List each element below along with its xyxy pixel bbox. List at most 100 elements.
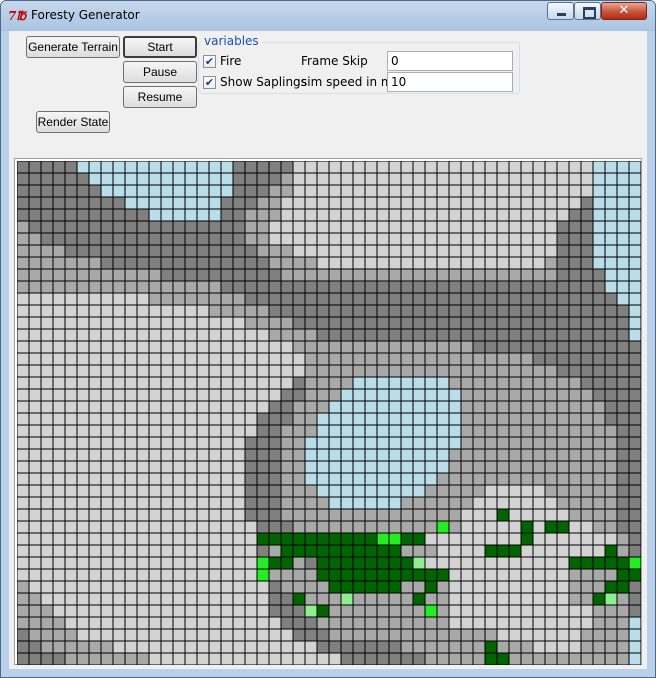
pause-button[interactable]: Pause [123,61,197,83]
grid-cell-high-ground [388,208,402,222]
grid-cell-water [316,484,330,498]
grid-cell-tree [388,580,402,594]
grid-cell-mid-ground [484,268,498,282]
frame-skip-input[interactable]: 0 [387,51,513,71]
grid-cell-low-ground [352,280,366,294]
grid-cell-mid-ground [28,232,42,246]
grid-cell-low-ground [544,328,558,342]
grid-cell-high-ground [220,616,234,630]
grid-cell-high-ground [472,568,486,582]
grid-cell-low-ground [232,280,246,294]
grid-cell-high-ground [532,568,546,582]
grid-cell-high-ground [544,616,558,630]
grid-cell-water [628,184,641,198]
close-button[interactable]: ✕ [601,2,647,20]
grid-cell-water [208,196,222,210]
grid-cell-high-ground [436,220,450,234]
sim-speed-input[interactable]: 10 [387,72,513,92]
title-bar[interactable]: 7℔ Foresty Generator ✕ [1,1,655,31]
grid-cell-high-ground [220,364,234,378]
grid-cell-high-ground [364,184,378,198]
grid-cell-mid-ground [580,640,594,654]
grid-cell-high-ground [124,616,138,630]
grid-cell-high-ground [17,292,30,306]
grid-cell-mid-ground [556,400,570,414]
grid-cell-mid-ground [556,472,570,486]
grid-cell-low-ground [256,520,270,534]
grid-cell-high-ground [76,364,90,378]
grid-cell-high-ground [148,436,162,450]
grid-cell-low-ground [244,436,258,450]
minimize-button[interactable] [547,2,574,20]
grid-cell-high-ground [112,448,126,462]
grid-cell-low-ground [196,256,210,270]
grid-cell-low-ground [280,520,294,534]
grid-cell-water [628,232,641,246]
grid-cell-high-ground [328,161,342,174]
grid-cell-low-ground [604,340,618,354]
grid-cell-low-ground [160,256,174,270]
grid-cell-high-ground [100,316,114,330]
grid-cell-water [436,376,450,390]
render-state-button[interactable]: Render State [36,111,110,133]
resume-button[interactable]: Resume [123,86,197,108]
grid-cell-water [436,400,450,414]
grid-cell-high-ground [556,208,570,222]
generate-terrain-button[interactable]: Generate Terrain [26,36,120,58]
grid-cell-high-ground [268,220,282,234]
fire-checkbox[interactable]: ✔ [203,55,216,68]
grid-cell-high-ground [100,580,114,594]
grid-cell-young-tree [340,592,354,606]
grid-cell-water [388,472,402,486]
grid-cell-high-ground [88,532,102,546]
grid-cell-high-ground [520,161,534,174]
grid-cell-high-ground [328,244,342,258]
grid-cell-high-ground [88,316,102,330]
grid-cell-water [424,412,438,426]
grid-cell-high-ground [148,580,162,594]
grid-cell-low-ground [124,244,138,258]
grid-cell-high-ground [580,161,594,174]
grid-cell-water [316,460,330,474]
grid-cell-high-ground [184,628,198,642]
grid-cell-high-ground [100,628,114,642]
grid-cell-mid-ground [304,268,318,282]
grid-cell-low-ground [268,412,282,426]
grid-cell-mid-ground [484,388,498,402]
grid-cell-high-ground [460,520,474,534]
grid-cell-water [352,400,366,414]
grid-cell-high-ground [412,208,426,222]
grid-cell-tree [340,544,354,558]
show-saplings-label[interactable]: Show Saplings [220,75,307,89]
maximize-button[interactable] [574,2,601,20]
grid-cell-mid-ground [424,268,438,282]
grid-cell-high-ground [352,244,366,258]
grid-cell-high-ground [52,412,66,426]
grid-cell-high-ground [76,436,90,450]
terrain-canvas[interactable] [14,158,642,665]
grid-cell-high-ground [496,616,510,630]
grid-cell-high-ground [76,556,90,570]
grid-cell-low-ground [256,172,270,186]
grid-cell-mid-ground [388,352,402,366]
grid-cell-low-ground [424,292,438,306]
grid-cell-water [604,208,618,222]
grid-cell-high-ground [400,208,414,222]
grid-cell-high-ground [208,568,222,582]
grid-cell-water [364,400,378,414]
grid-cell-mid-ground [400,616,414,630]
grid-cell-high-ground [40,400,54,414]
grid-cell-mid-ground [604,508,618,522]
fire-label[interactable]: Fire [220,54,241,68]
grid-cell-high-ground [208,316,222,330]
grid-cell-mid-ground [508,364,522,378]
grid-cell-high-ground [244,628,258,642]
grid-cell-water [376,436,390,450]
grid-cell-low-ground [508,340,522,354]
grid-cell-low-ground [544,316,558,330]
terrain-grid[interactable] [17,161,641,665]
grid-cell-tree [412,532,426,546]
start-button[interactable]: Start [123,36,197,58]
show-saplings-checkbox[interactable]: ✔ [203,76,216,89]
grid-cell-water [352,448,366,462]
